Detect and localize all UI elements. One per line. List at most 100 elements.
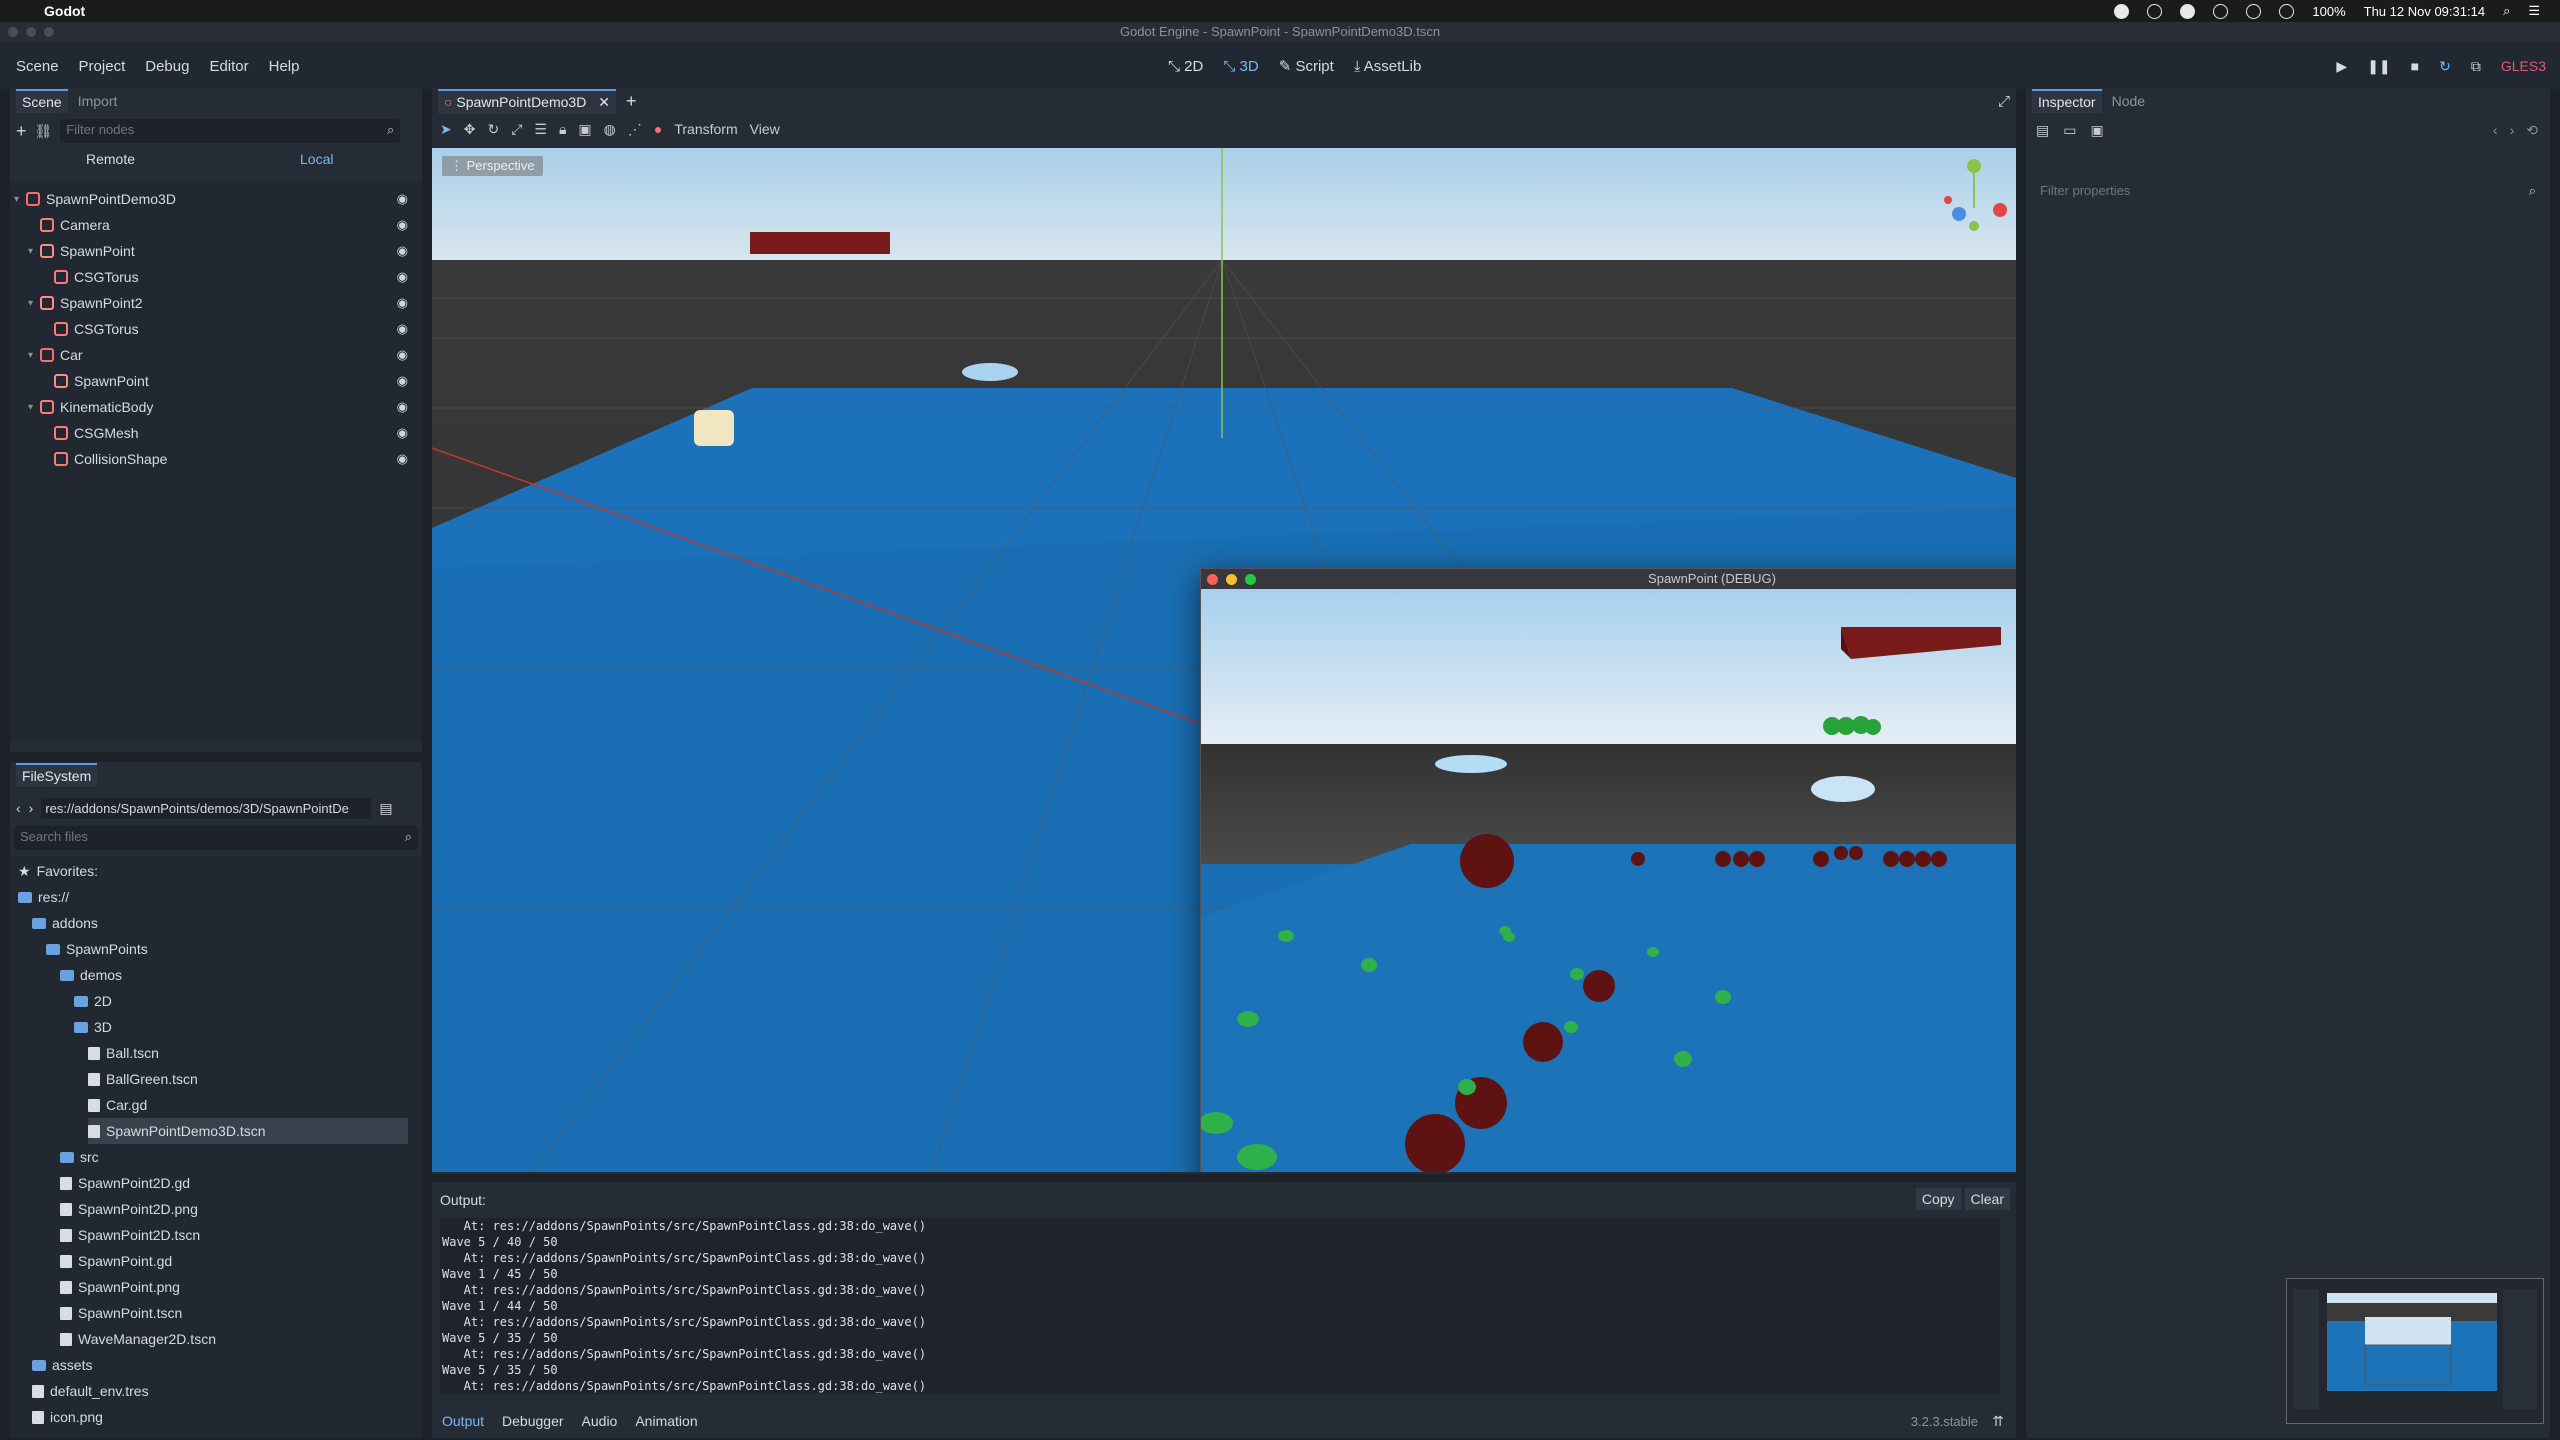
camera-gizmo-icon[interactable] (694, 410, 734, 446)
move-tool-icon[interactable]: ✥ (464, 121, 476, 138)
scene-node[interactable]: ▾ SpawnPointDemo3D ◉ (14, 186, 414, 212)
file-item[interactable]: SpawnPoint2D.png (60, 1196, 408, 1222)
file-item[interactable]: SpawnPoint.gd (60, 1248, 408, 1274)
forward-icon[interactable]: › (29, 800, 34, 816)
clear-button[interactable]: Clear (1964, 1188, 2010, 1210)
3d-viewport[interactable]: ⋮ Perspective SpawnPoint (DEBUG) (432, 148, 2016, 1172)
output-log[interactable]: At: res://addons/SpawnPoints/src/SpawnPo… (440, 1218, 2000, 1394)
folder-item[interactable]: assets (32, 1352, 408, 1378)
collapse-arrow-icon[interactable]: ▾ (28, 402, 40, 413)
select-tool-icon[interactable]: ➤ (440, 121, 452, 138)
transform-menu[interactable]: Transform (674, 121, 737, 137)
collapse-arrow-icon[interactable]: ▾ (28, 246, 40, 257)
scene-node[interactable]: CollisionShape ◉ (42, 446, 442, 472)
file-item[interactable]: WaveManager2D.tscn (60, 1326, 408, 1352)
history-back-icon[interactable]: ‹ (2493, 122, 2498, 139)
window-thumbnail[interactable] (2286, 1278, 2544, 1424)
collapse-arrow-icon[interactable]: ▾ (28, 350, 40, 361)
scene-node[interactable]: SpawnPoint ◉ (42, 368, 442, 394)
scene-node[interactable]: CSGTorus ◉ (42, 316, 442, 342)
file-item[interactable]: icon.png (32, 1404, 408, 1430)
favorites-item[interactable]: ★ Favorites: (18, 858, 408, 884)
perspective-menu[interactable]: ⋮ Perspective (442, 156, 543, 176)
mode-2d[interactable]: ⤡ 2D (1168, 58, 1203, 75)
folder-item[interactable]: 3D (74, 1014, 408, 1040)
visibility-eye-icon[interactable]: ◉ (397, 425, 408, 441)
tab-import[interactable]: Import (72, 90, 124, 112)
scale-tool-icon[interactable]: ⤢ (511, 121, 522, 138)
play-icon[interactable]: ▶ (2336, 58, 2347, 75)
menu-editor[interactable]: Editor (199, 58, 258, 75)
datetime[interactable]: Thu 12 Nov 09:31:14 (2364, 4, 2485, 19)
folder-item[interactable]: res:// (18, 884, 408, 910)
clock-icon[interactable] (2213, 3, 2229, 19)
scene-node[interactable]: ▾ KinematicBody ◉ (28, 394, 428, 420)
scene-node[interactable]: Camera ◉ (28, 212, 428, 238)
visibility-eye-icon[interactable]: ◉ (397, 295, 408, 311)
history-forward-icon[interactable]: › (2510, 122, 2515, 139)
menu-scene[interactable]: Scene (6, 58, 69, 75)
collapse-arrow-icon[interactable]: ▾ (14, 194, 26, 205)
tab-debugger[interactable]: Debugger (502, 1413, 564, 1429)
battery-percent[interactable]: 100% (2312, 4, 2345, 19)
close-tab-icon[interactable]: ✕ (598, 94, 610, 110)
minimize-icon[interactable] (26, 27, 36, 37)
local-space-icon[interactable]: ◍ (604, 121, 616, 138)
folder-item[interactable]: 2D (74, 988, 408, 1014)
menu-project[interactable]: Project (69, 58, 136, 75)
filter-nodes-input[interactable]: Filter nodes ⌕ (60, 119, 401, 143)
reload-icon[interactable]: ↻ (2439, 58, 2451, 75)
tab-inspector[interactable]: Inspector (2032, 89, 2102, 113)
visibility-eye-icon[interactable]: ◉ (397, 399, 408, 415)
fullscreen-icon[interactable]: ⤢ (1998, 93, 2010, 110)
mode-assetlib[interactable]: ⤓ AssetLib (1354, 58, 1422, 75)
game-minimize-icon[interactable] (1226, 574, 1237, 585)
file-item[interactable]: SpawnPointDemo3D.tscn (88, 1118, 408, 1144)
close-icon[interactable] (8, 27, 18, 37)
zoom-icon[interactable] (44, 27, 54, 37)
visibility-eye-icon[interactable]: ◉ (397, 321, 408, 337)
file-item[interactable]: Ball.tscn (88, 1040, 408, 1066)
scene-node[interactable]: CSGMesh ◉ (42, 420, 442, 446)
local-button[interactable]: Local (300, 151, 333, 167)
scene-node[interactable]: CSGTorus ◉ (42, 264, 442, 290)
file-item[interactable]: SpawnPoint.png (60, 1274, 408, 1300)
renderer-select[interactable]: GLES3 (2501, 58, 2546, 74)
search-files-input[interactable]: Search files ⌕ (14, 826, 418, 850)
tab-output[interactable]: Output (442, 1413, 484, 1429)
volume-icon[interactable] (2279, 3, 2295, 19)
path-field[interactable]: res://addons/SpawnPoints/demos/3D/SpawnP… (41, 797, 372, 819)
remote-debug-icon[interactable]: ⧉ (2471, 58, 2481, 75)
add-node-icon[interactable]: + (16, 121, 27, 142)
new-resource-icon[interactable]: ▤ (2036, 122, 2049, 139)
list-tool-icon[interactable]: ☰ (534, 121, 547, 138)
visibility-eye-icon[interactable]: ◉ (397, 191, 408, 207)
file-item[interactable]: BallGreen.tscn (88, 1066, 408, 1092)
rotate-tool-icon[interactable]: ↻ (487, 121, 499, 138)
tab-animation[interactable]: Animation (635, 1413, 697, 1429)
file-item[interactable]: SpawnPoint2D.tscn (60, 1222, 408, 1248)
back-icon[interactable]: ‹ (16, 800, 21, 816)
pin-icon[interactable]: ⇈ (1992, 1413, 2004, 1430)
visibility-eye-icon[interactable]: ◉ (397, 373, 408, 389)
file-item[interactable]: SpawnPoint.tscn (60, 1300, 408, 1326)
filter-properties-input[interactable]: Filter properties ⌕ (2034, 180, 2542, 204)
tab-node[interactable]: Node (2106, 90, 2151, 112)
copy-button[interactable]: Copy (1915, 1188, 1961, 1210)
scene-node[interactable]: ▾ SpawnPoint ◉ (28, 238, 428, 264)
tab-audio[interactable]: Audio (582, 1413, 618, 1429)
folder-item[interactable]: demos (60, 962, 408, 988)
mode-script[interactable]: ✎ Script (1279, 57, 1334, 75)
visibility-eye-icon[interactable]: ◉ (397, 347, 408, 363)
mode-3d[interactable]: ⤡ 3D (1223, 58, 1258, 75)
add-tab-icon[interactable]: + (626, 91, 637, 112)
view-menu[interactable]: View (750, 121, 780, 137)
link-icon[interactable]: ⛓ (35, 123, 53, 140)
visibility-eye-icon[interactable]: ◉ (397, 269, 408, 285)
camera-override-icon[interactable]: ● (654, 121, 662, 137)
lock-icon[interactable]: 🔒︎ (559, 121, 566, 138)
remote-button[interactable]: Remote (86, 151, 135, 167)
layout-toggle-icon[interactable]: ▤ (379, 800, 392, 817)
scene-node[interactable]: ▾ Car ◉ (28, 342, 428, 368)
spotlight-icon[interactable]: ⌕ (2503, 3, 2510, 19)
